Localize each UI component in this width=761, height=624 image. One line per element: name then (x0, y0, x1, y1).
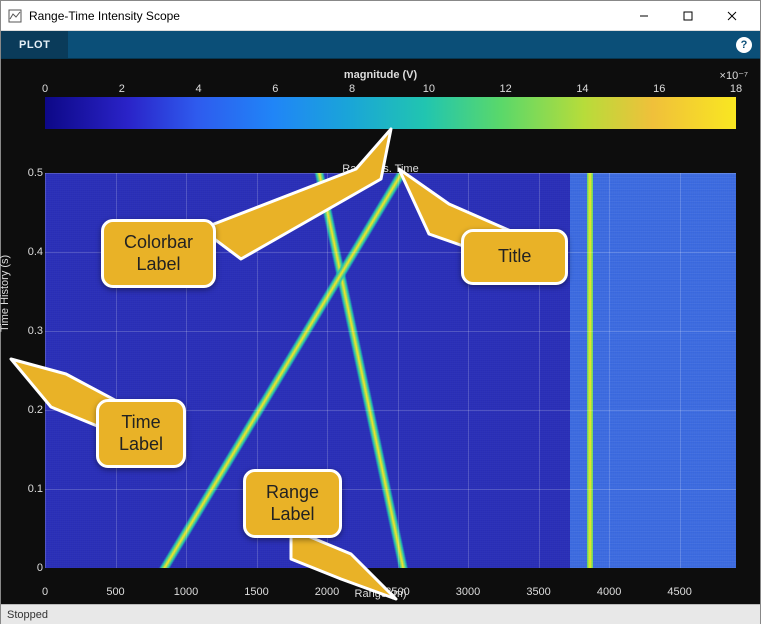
y-tick: 0.3 (28, 325, 43, 337)
y-tick: 0.5 (28, 167, 43, 179)
colorbar-tick: 8 (349, 83, 355, 95)
x-tick: 4000 (597, 586, 621, 598)
arrow-range-label (291, 529, 411, 609)
x-tick: 0 (42, 586, 48, 598)
callout-range-label: Range Label (243, 469, 342, 538)
toolstrip: PLOT ? (1, 31, 760, 59)
x-tick: 1000 (174, 586, 198, 598)
colorbar-tick: 12 (500, 83, 512, 95)
maximize-button[interactable] (666, 2, 710, 30)
minimize-button[interactable] (622, 2, 666, 30)
x-tick: 500 (106, 586, 124, 598)
x-tick: 3000 (456, 586, 480, 598)
colorbar-ticks: 024681012141618 (45, 83, 736, 95)
colorbar-tick: 0 (42, 83, 48, 95)
colorbar-tick: 14 (576, 83, 588, 95)
x-tick: 1500 (244, 586, 268, 598)
colorbar-tick: 18 (730, 83, 742, 95)
help-button[interactable]: ? (728, 31, 760, 58)
x-tick: 4500 (667, 586, 691, 598)
colorbar-tick: 2 (119, 83, 125, 95)
colorbar-label: magnitude (V) (1, 69, 760, 81)
y-tick: 0 (37, 562, 43, 574)
colorbar-tick: 6 (272, 83, 278, 95)
y-axis-label: Time History (s) (0, 254, 11, 331)
plot-tab[interactable]: PLOT (1, 31, 68, 58)
callout-time-label: Time Label (96, 399, 186, 468)
colorbar-gradient (45, 97, 736, 129)
scope-area: magnitude (V) ×10⁻⁷ 024681012141618 Rang… (1, 59, 760, 604)
y-tick: 0.1 (28, 483, 43, 495)
arrow-colorbar-label (201, 129, 401, 279)
window-titlebar: Range-Time Intensity Scope (1, 1, 760, 31)
window-controls (622, 2, 754, 30)
colorbar-exponent: ×10⁻⁷ (720, 69, 748, 82)
colorbar-tick: 10 (423, 83, 435, 95)
close-button[interactable] (710, 2, 754, 30)
window-title: Range-Time Intensity Scope (29, 9, 622, 23)
y-tick: 0.4 (28, 246, 43, 258)
colorbar: 024681012141618 (45, 97, 736, 129)
status-text: Stopped (7, 609, 48, 621)
colorbar-tick: 4 (195, 83, 201, 95)
x-tick: 3500 (526, 586, 550, 598)
callout-colorbar-label: Colorbar Label (101, 219, 216, 288)
app-icon (7, 8, 23, 24)
callout-title: Title (461, 229, 568, 285)
help-icon: ? (736, 37, 752, 53)
colorbar-tick: 16 (653, 83, 665, 95)
